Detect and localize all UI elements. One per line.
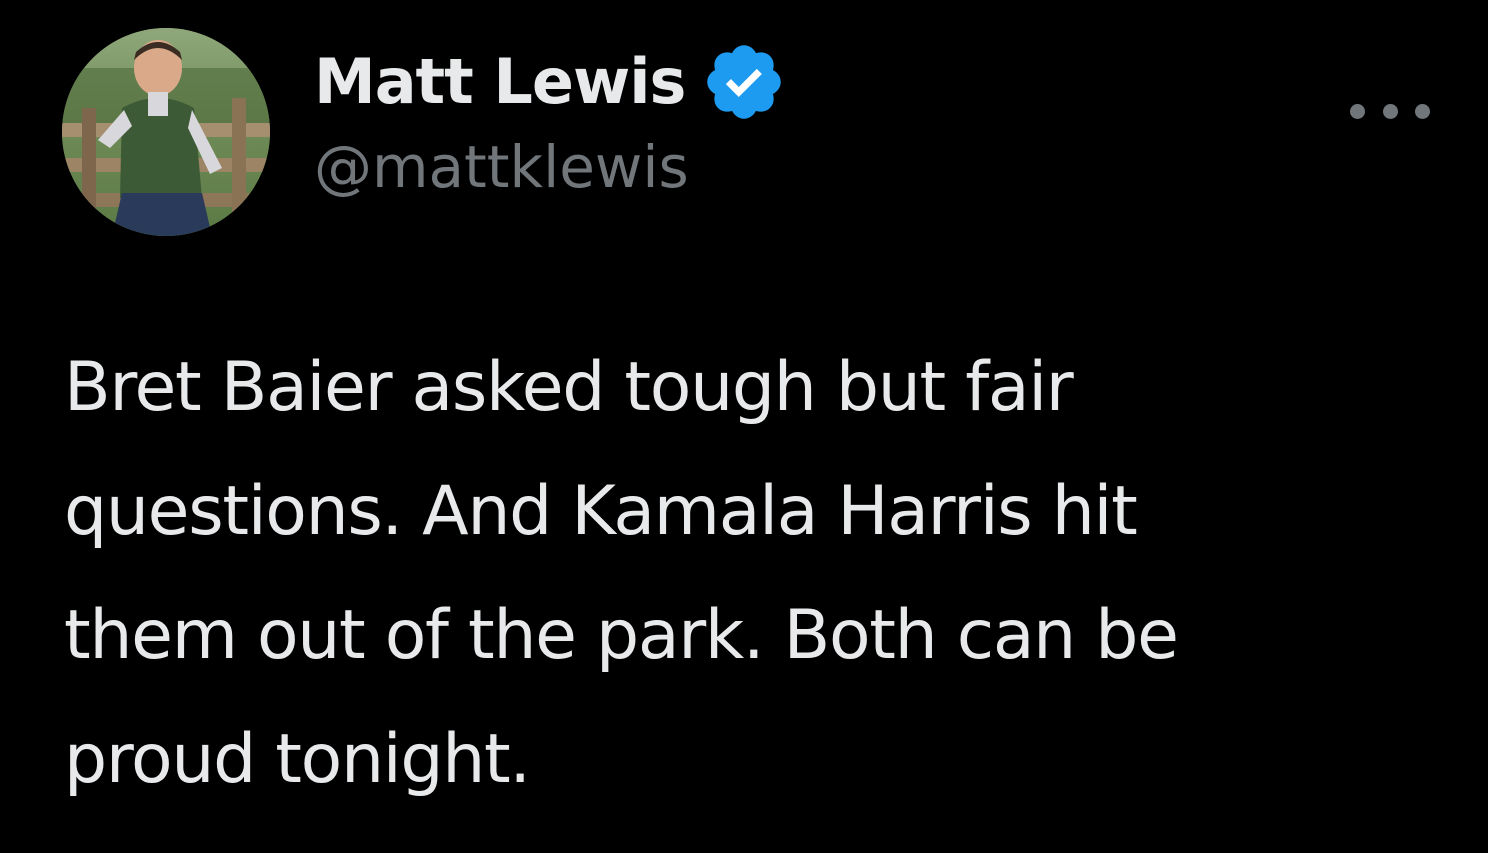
tweet-text-line: questions. And Kamala Harris hit bbox=[64, 472, 1138, 551]
profile-photo bbox=[62, 28, 270, 236]
avatar[interactable] bbox=[62, 28, 270, 236]
more-options-icon bbox=[1350, 103, 1365, 119]
tweet-card: Matt Lewis @mattklewis Bret Baier asked … bbox=[0, 0, 1488, 853]
tweet-header: Matt Lewis @mattklewis bbox=[314, 40, 787, 196]
handle[interactable]: @mattklewis bbox=[314, 138, 787, 196]
tweet-text-line: Bret Baier asked tough but fair bbox=[64, 348, 1074, 427]
name-row: Matt Lewis bbox=[314, 40, 787, 124]
more-options-button[interactable] bbox=[1350, 96, 1430, 126]
tweet-text: Bret Baier asked tough but fair question… bbox=[64, 326, 1464, 822]
display-name[interactable]: Matt Lewis bbox=[314, 51, 686, 113]
more-options-icon-dot bbox=[1382, 103, 1398, 119]
verified-checkmark-icon[interactable] bbox=[701, 39, 787, 125]
tweet-text-line: proud tonight. bbox=[64, 720, 531, 799]
more-options-icon-dot bbox=[1415, 103, 1430, 119]
tweet-text-line: them out of the park. Both can be bbox=[64, 596, 1179, 675]
